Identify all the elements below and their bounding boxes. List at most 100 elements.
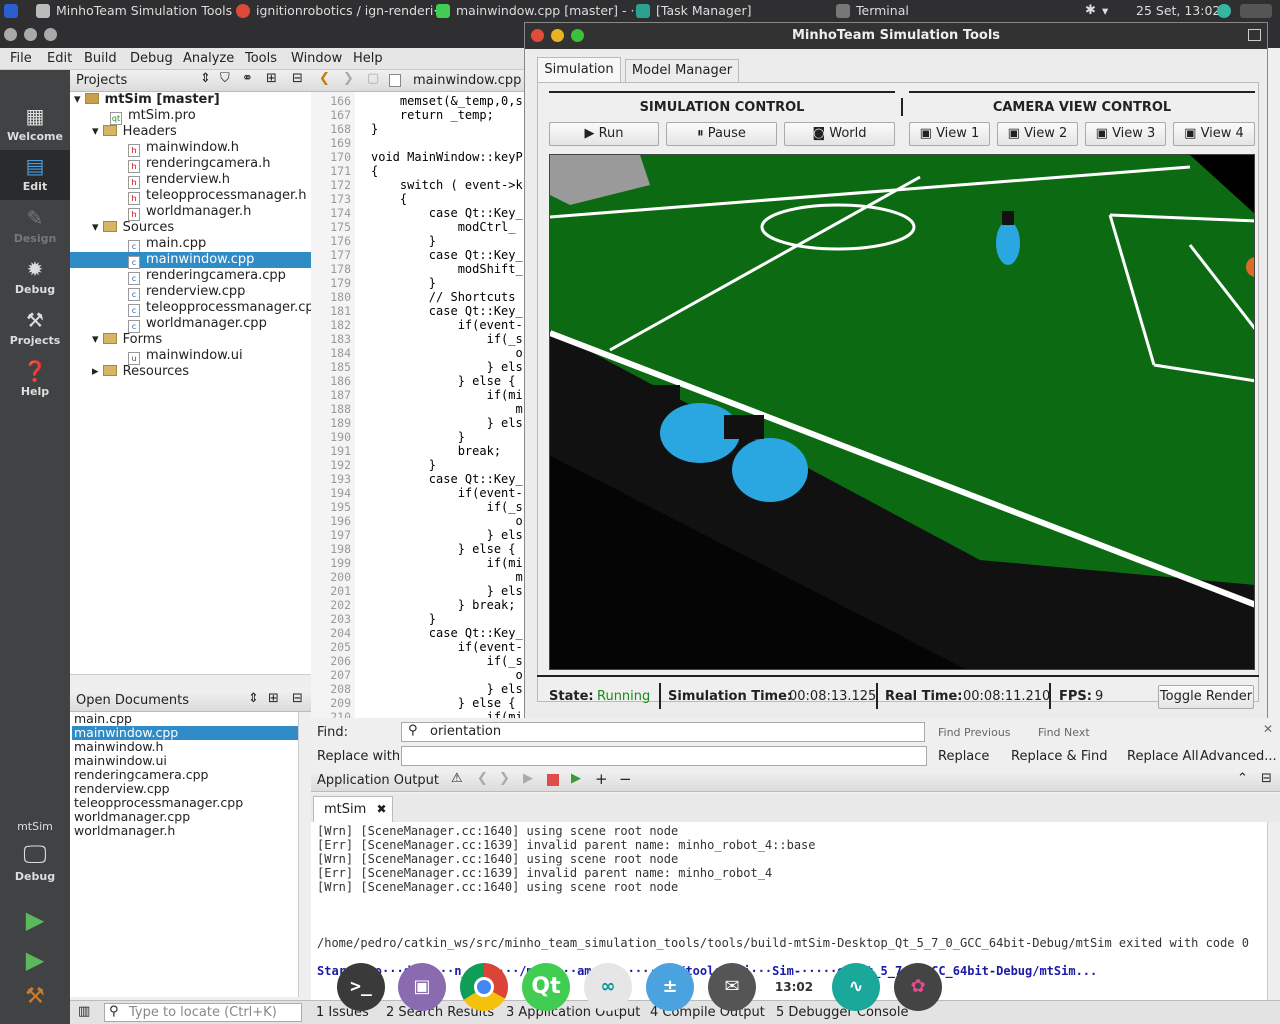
- tab-model-manager[interactable]: Model Manager: [625, 59, 739, 83]
- bluetooth-icon[interactable]: ✱: [1085, 0, 1096, 22]
- view2-button[interactable]: ▣ View 2: [997, 122, 1078, 146]
- build-hammer-icon[interactable]: ⚒: [0, 984, 70, 1009]
- replace-find-button[interactable]: Replace & Find: [1011, 749, 1107, 764]
- tree-item-selected[interactable]: c mainwindow.cpp: [70, 252, 311, 269]
- advanced-button[interactable]: Advanced...: [1200, 749, 1277, 764]
- list-item[interactable]: main.cpp: [74, 712, 132, 726]
- maximize-window-icon[interactable]: [571, 29, 584, 42]
- close-window-icon[interactable]: [4, 28, 17, 41]
- maximize-pane-icon[interactable]: ⌃: [1237, 771, 1248, 786]
- tree-item[interactable]: c main.cpp: [128, 236, 206, 253]
- view-selector-chevron-icon[interactable]: ⇕: [200, 71, 211, 86]
- menu-tools[interactable]: Tools: [245, 51, 277, 66]
- apps-menu-icon[interactable]: [4, 4, 18, 18]
- collapse-arrow-icon[interactable]: ▸: [92, 364, 103, 379]
- mode-help[interactable]: ❓ Help: [0, 359, 70, 398]
- mode-debug[interactable]: ✹ Debug: [0, 257, 70, 296]
- list-item[interactable]: worldmanager.cpp: [74, 810, 190, 824]
- replace-all-button[interactable]: Replace All: [1127, 749, 1199, 764]
- next-item-icon[interactable]: ❯: [499, 771, 510, 786]
- workspace-switcher[interactable]: [1240, 4, 1272, 18]
- replace-input[interactable]: [401, 746, 927, 766]
- menu-window[interactable]: Window: [291, 51, 342, 66]
- list-item-selected[interactable]: mainwindow.cpp: [72, 726, 298, 740]
- dock-terminal-icon[interactable]: >_: [337, 963, 385, 1011]
- tree-item[interactable]: h renderingcamera.h: [128, 156, 270, 173]
- back-arrow-icon[interactable]: ❮: [319, 71, 330, 86]
- find-next-button[interactable]: Find Next: [1038, 726, 1090, 739]
- close-tab-icon[interactable]: ✖: [376, 802, 386, 816]
- dock-calculator-icon[interactable]: ±: [646, 963, 694, 1011]
- tree-project-root[interactable]: ▾ mtSim [master]: [74, 92, 220, 108]
- dock-qt-creator-icon[interactable]: Qt: [522, 963, 570, 1011]
- code-editor[interactable]: 166 memset(&_temp,0,s 167 return _temp; 16…: [311, 92, 524, 724]
- menu-build[interactable]: Build: [84, 51, 117, 66]
- tree-folder-headers[interactable]: ▾ Headers: [92, 124, 177, 140]
- tree-item[interactable]: c worldmanager.cpp: [128, 316, 267, 333]
- vertical-scrollbar[interactable]: [1267, 822, 1280, 1000]
- minimize-window-icon[interactable]: [551, 29, 564, 42]
- expand-arrow-icon[interactable]: ▾: [92, 124, 103, 139]
- stop-icon[interactable]: [547, 774, 559, 786]
- menu-analyze[interactable]: Analyze: [183, 51, 234, 66]
- dock-system-monitor-icon[interactable]: ∿: [832, 963, 880, 1011]
- close-find-icon[interactable]: ✕: [1263, 722, 1273, 736]
- mode-design[interactable]: ✎ Design: [0, 206, 70, 245]
- debug-run-icon[interactable]: ▶: [0, 946, 70, 974]
- expand-arrow-icon[interactable]: ▾: [92, 220, 103, 235]
- maximize-window-icon[interactable]: [44, 28, 57, 41]
- taskbar-item[interactable]: mainwindow.cpp [master] - ···: [456, 0, 642, 22]
- clock[interactable]: 25 Set, 13:02: [1136, 0, 1220, 22]
- restore-window-icon[interactable]: [1248, 29, 1261, 41]
- render-view[interactable]: [549, 154, 1255, 670]
- tree-item[interactable]: qt mtSim.pro: [110, 108, 196, 125]
- mode-welcome[interactable]: ▦ Welcome: [0, 104, 70, 143]
- taskbar-item[interactable]: Terminal: [856, 0, 909, 22]
- expand-arrow-icon[interactable]: ▾: [92, 332, 103, 347]
- wifi-icon[interactable]: ▾: [1102, 0, 1108, 22]
- tree-item[interactable]: h renderview.h: [128, 172, 230, 189]
- filter-icon[interactable]: ⛉: [220, 71, 230, 86]
- mode-edit[interactable]: ▤ Edit: [0, 150, 70, 200]
- replace-button[interactable]: Replace: [938, 749, 989, 764]
- tree-item[interactable]: c teleopprocessmanager.cpp: [128, 300, 322, 317]
- menu-help[interactable]: Help: [353, 51, 383, 66]
- dock-arduino-icon[interactable]: ∞: [584, 963, 632, 1011]
- view3-button[interactable]: ▣ View 3: [1085, 122, 1166, 146]
- menu-file[interactable]: File: [10, 51, 32, 66]
- close-pane-icon[interactable]: ⊟: [292, 71, 303, 86]
- link-icon[interactable]: ⚭: [242, 71, 253, 86]
- tab-simulation[interactable]: Simulation: [537, 57, 621, 83]
- menu-debug[interactable]: Debug: [130, 51, 173, 66]
- tree-horizontal-scrollbar[interactable]: [70, 674, 311, 688]
- list-item[interactable]: mainwindow.h: [74, 740, 163, 754]
- mode-projects[interactable]: ⚒ Projects: [0, 308, 70, 347]
- list-item[interactable]: mainwindow.ui: [74, 754, 167, 768]
- find-input[interactable]: ⚲ orientation: [401, 722, 925, 742]
- rerun-icon[interactable]: ▶: [523, 771, 533, 786]
- expand-arrow-icon[interactable]: ▾: [74, 92, 85, 107]
- list-item[interactable]: renderingcamera.cpp: [74, 768, 209, 782]
- output-tab-mtsim[interactable]: mtSim ✖: [313, 796, 393, 822]
- pause-button[interactable]: ⏸ Pause: [666, 122, 777, 146]
- find-previous-button[interactable]: Find Previous: [938, 726, 1011, 739]
- toggle-sidebar-icon[interactable]: ▥: [78, 1004, 90, 1019]
- zoom-in-icon[interactable]: +: [595, 770, 608, 788]
- dock-settings-icon[interactable]: ✿: [894, 963, 942, 1011]
- tree-item[interactable]: c renderingcamera.cpp: [128, 268, 286, 285]
- list-item[interactable]: worldmanager.h: [74, 824, 175, 838]
- taskbar-item[interactable]: [Task Manager]: [656, 0, 752, 22]
- locator-input[interactable]: ⚲ Type to locate (Ctrl+K): [104, 1003, 302, 1022]
- run-icon[interactable]: ▶: [0, 906, 70, 934]
- forward-arrow-icon[interactable]: ❯: [343, 71, 354, 86]
- debug-attach-icon[interactable]: ▶: [571, 771, 581, 786]
- view1-button[interactable]: ▣ View 1: [909, 122, 990, 146]
- menu-edit[interactable]: Edit: [47, 51, 72, 66]
- close-pane-icon[interactable]: ⊟: [1261, 771, 1272, 786]
- run-button[interactable]: ▶ Run: [549, 122, 659, 146]
- tree-folder-sources[interactable]: ▾ Sources: [92, 220, 174, 236]
- toggle-render-button[interactable]: Toggle Render: [1158, 685, 1254, 709]
- taskbar-item[interactable]: MinhoTeam Simulation Tools: [56, 0, 232, 22]
- dock-chrome-icon[interactable]: [460, 963, 508, 1011]
- taskbar-item[interactable]: ignitionrobotics / ign-renderi··: [256, 0, 441, 22]
